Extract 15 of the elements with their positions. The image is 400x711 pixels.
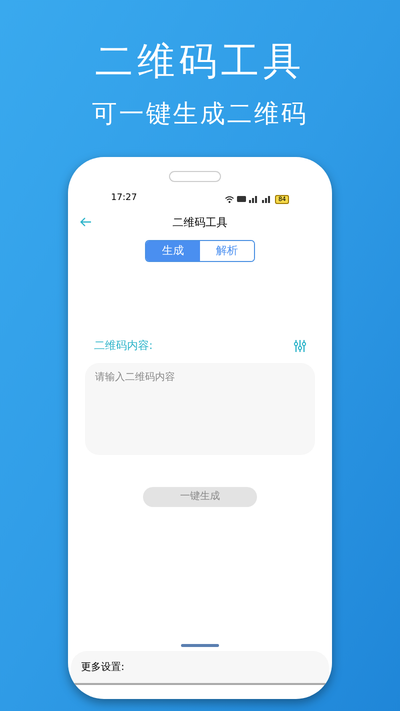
screen-title: 二维码工具 [172,214,228,231]
signal-icon [262,196,272,202]
signal-icon [249,196,260,202]
tab[interactable]: 生成 [146,241,200,261]
sliders-icon[interactable] [294,340,306,352]
status-time: 17:27 [111,192,137,206]
back-arrow-icon[interactable] [80,217,92,227]
wifi-icon [225,196,234,202]
content-input[interactable]: 请输入二维码内容 [85,362,315,454]
subtitle: 可一键生成二维码 [92,98,308,130]
speaker-slot [169,171,221,182]
more-settings-label: 更多设置: [81,660,124,674]
field-label: 二维码内容: [94,338,153,354]
headline: 二维码工具 [95,38,305,84]
drag-handle[interactable] [181,644,219,647]
